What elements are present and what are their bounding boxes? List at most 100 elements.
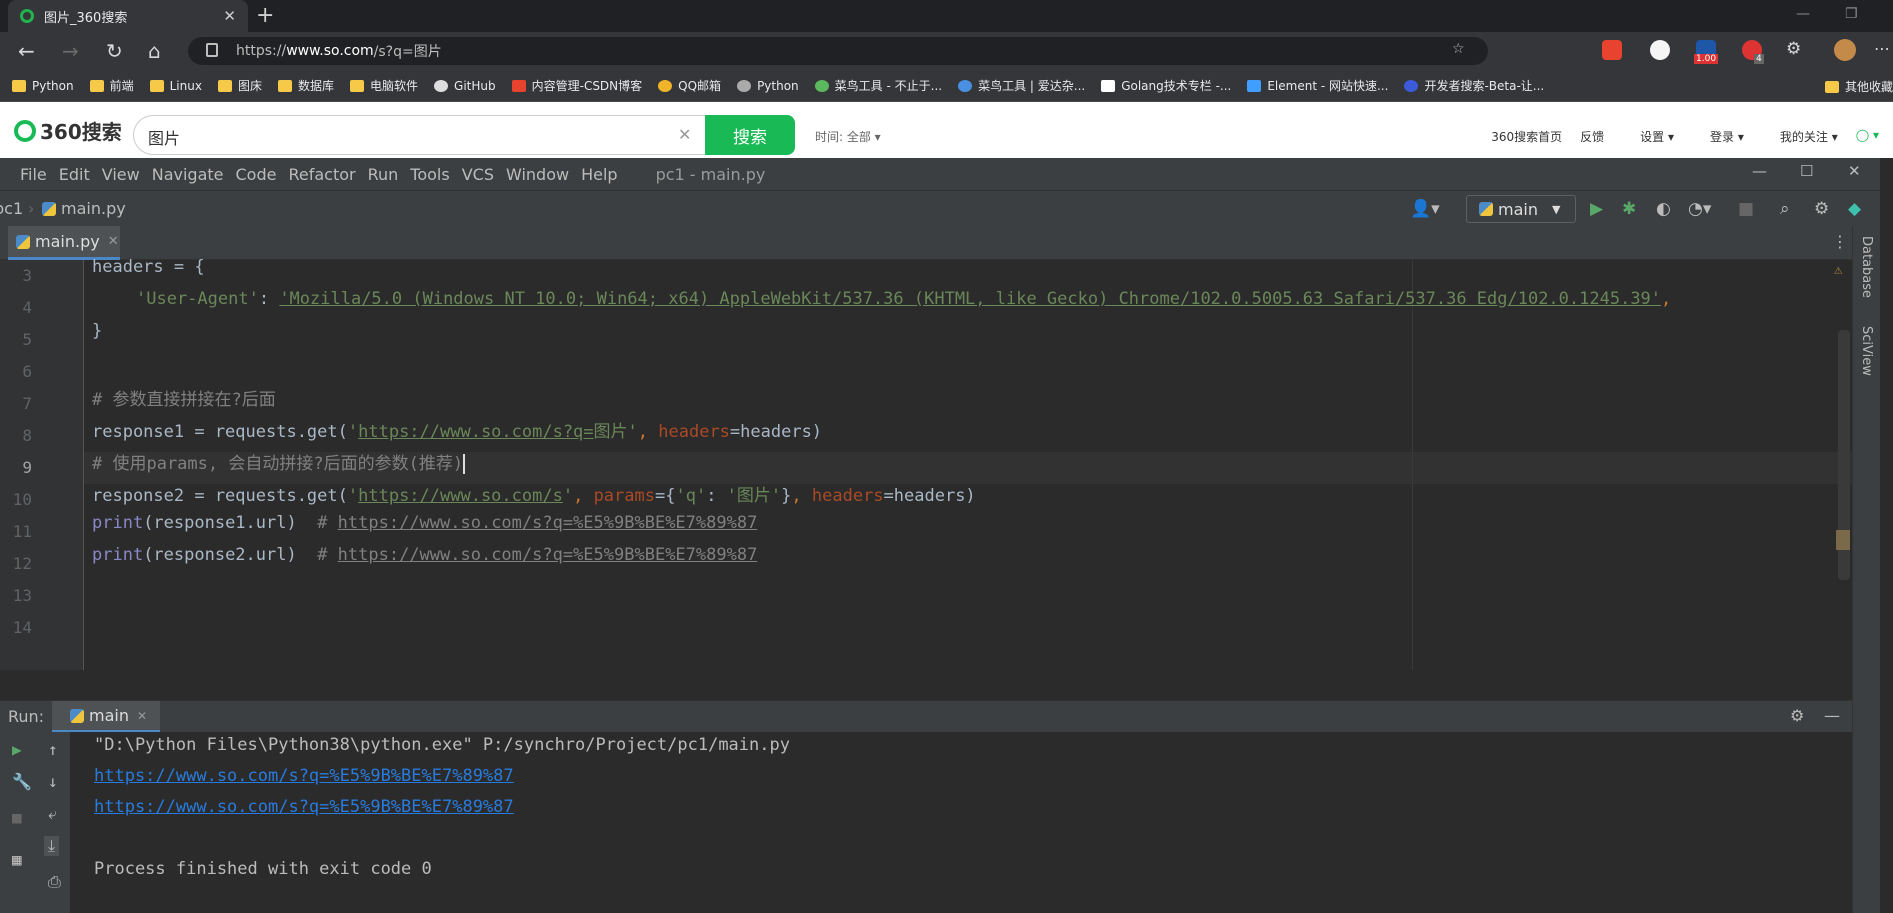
breadcrumb-file[interactable]: main.py (42, 199, 126, 218)
extensions-puzzle-icon[interactable]: ⚙ (1786, 39, 1801, 59)
menu-view[interactable]: View (102, 165, 140, 184)
bookmark-item[interactable]: Golang技术专栏 -... (1101, 77, 1231, 94)
layout-icon[interactable]: ▦ (12, 850, 22, 869)
menu-run[interactable]: Run (368, 165, 399, 184)
menu-vcs[interactable]: VCS (462, 165, 494, 184)
menu-code[interactable]: Code (236, 165, 277, 184)
profile-avatar[interactable] (1834, 39, 1856, 61)
menu-help[interactable]: Help (581, 165, 617, 184)
bookmark-item[interactable]: 内容管理-CSDN博客 (511, 77, 642, 94)
menu-tools[interactable]: Tools (410, 165, 449, 184)
more-menu-icon[interactable]: ⋯ (1874, 39, 1890, 58)
breadcrumb-project[interactable]: pc1 (0, 199, 23, 218)
login-link[interactable]: 登录 ▾ (1692, 128, 1744, 145)
bookmark-item[interactable]: Python (737, 79, 799, 93)
tab-close-icon[interactable]: ✕ (223, 7, 236, 25)
scroll-down-icon[interactable]: ↓ (48, 772, 58, 791)
bookmark-item[interactable]: 前端 (89, 77, 134, 94)
tab-close-icon[interactable]: ✕ (108, 234, 119, 249)
print-icon[interactable]: ⎙ (48, 872, 61, 892)
bookmark-item[interactable]: 开发者搜索-Beta-让... (1404, 77, 1544, 94)
run-console[interactable]: ▶ ↑ 🔧 ↓ ■ ⤶ ⤓ ▦ ⎙ "D:\Python Files\Pytho… (0, 732, 1852, 913)
minimize-icon[interactable]: — (1796, 6, 1810, 22)
run-config-selector[interactable]: main ▼ (1466, 195, 1576, 223)
code-param: params (593, 486, 655, 506)
coverage-icon[interactable]: ◐ (1656, 199, 1671, 219)
bookmark-item[interactable]: GitHub (434, 79, 496, 93)
run-settings-icon[interactable]: ⚙ (1790, 706, 1804, 725)
extension-cat-icon[interactable] (1650, 40, 1670, 60)
ide-maximize-icon[interactable]: ☐ (1800, 162, 1813, 180)
menu-refactor[interactable]: Refactor (288, 165, 355, 184)
time-filter[interactable]: 时间: 全部 ▾ (815, 128, 881, 145)
run-tab-close-icon[interactable]: ✕ (137, 709, 147, 723)
scroll-to-end-icon[interactable]: ⤓ (44, 836, 60, 856)
wrench-icon[interactable]: 🔧 (12, 772, 32, 791)
menu-file[interactable]: File (20, 165, 47, 184)
360-small-logo-icon[interactable]: ◯ ▾ (1856, 128, 1879, 145)
menu-window[interactable]: Window (506, 165, 569, 184)
menu-navigate[interactable]: Navigate (152, 165, 224, 184)
code-url[interactable]: https://www.so.com/s?q=%E5%9B%BE%E7%89%8… (338, 545, 758, 565)
bookmark-item[interactable]: 菜鸟工具 | 爱达杂... (958, 77, 1085, 94)
settings-gear-icon[interactable]: ⚙ (1814, 199, 1829, 219)
forward-icon[interactable]: → (62, 39, 79, 63)
ide-close-icon[interactable]: ✕ (1848, 162, 1861, 180)
bookmark-item[interactable]: Element - 网站快速... (1247, 77, 1388, 94)
back-icon[interactable]: ← (18, 39, 35, 63)
python-file-icon (42, 201, 56, 216)
console-output-link[interactable]: https://www.so.com/s?q=%E5%9B%BE%E7%89%8… (94, 797, 514, 817)
bookmark-item[interactable]: 电脑软件 (350, 77, 418, 94)
bookmark-item[interactable]: Python (12, 79, 74, 93)
profile-icon[interactable]: ◔▾ (1688, 199, 1711, 219)
home-icon[interactable]: ⌂ (148, 39, 161, 63)
other-bookmarks[interactable]: 其他收藏 (1824, 78, 1893, 95)
rerun-icon[interactable]: ▶ (12, 740, 22, 759)
soft-wrap-icon[interactable]: ⤶ (48, 804, 57, 824)
ide-minimize-icon[interactable]: — (1752, 162, 1767, 180)
bookmark-item[interactable]: QQ邮箱 (658, 77, 721, 94)
restore-icon[interactable]: ❐ (1845, 6, 1858, 22)
jetbrains-icon[interactable]: ◆ (1848, 199, 1861, 219)
clear-icon[interactable]: ✕ (678, 125, 691, 144)
code-url[interactable]: https://www.so.com/s?q=%E5%9B%BE%E7%89%8… (338, 513, 758, 533)
code-editor[interactable]: 3 4 5 6 7 8 9 10 11 12 13 14 headers = {… (0, 257, 1852, 670)
code-url[interactable]: https://www.so.com/s?q= (358, 422, 593, 442)
menu-edit[interactable]: Edit (59, 165, 90, 184)
hide-panel-icon[interactable]: — (1824, 706, 1840, 725)
bookmark-item[interactable]: 菜鸟工具 - 不止于... (814, 77, 942, 94)
sciview-tool[interactable]: SciView (1859, 326, 1874, 376)
run-icon[interactable]: ▶ (1590, 199, 1603, 219)
url-field[interactable]: https://www.so.com/s?q=图片 ☆ (188, 37, 1488, 65)
stop-run-icon[interactable]: ■ (12, 808, 22, 827)
feedback-link[interactable]: 反馈 (1580, 128, 1604, 145)
bookmark-item[interactable]: 数据库 (277, 77, 334, 94)
tab-main-py[interactable]: main.py ✕ (8, 226, 120, 260)
search-input[interactable]: 图片 (133, 115, 705, 155)
debug-icon[interactable]: ✱ (1622, 199, 1636, 219)
console-output-link[interactable]: https://www.so.com/s?q=%E5%9B%BE%E7%89%8… (94, 766, 514, 786)
bookmark-item[interactable]: Linux (149, 79, 202, 93)
user-icon[interactable]: 👤▾ (1410, 199, 1440, 219)
browser-tab[interactable]: 图片_360搜索 ✕ (8, 0, 248, 32)
bookmark-item[interactable]: 图床 (217, 77, 262, 94)
360-logo[interactable]: 360搜索 (14, 116, 122, 145)
follow-link[interactable]: 我的关注 ▾ (1762, 128, 1838, 145)
reload-icon[interactable]: ↻ (106, 39, 123, 63)
new-tab-icon[interactable]: + (256, 3, 274, 28)
tabs-menu-icon[interactable]: ⋮ (1832, 232, 1848, 251)
search-icon[interactable]: ⌕ (1780, 199, 1790, 219)
database-tool[interactable]: Database (1859, 236, 1874, 298)
favorite-star-icon[interactable]: ☆ (1452, 41, 1465, 57)
run-tab-main[interactable]: main ✕ (52, 701, 160, 733)
home-link[interactable]: 360搜索首页 (1491, 128, 1562, 145)
warning-icon[interactable]: ⚠ (1834, 262, 1842, 278)
extension-badge-count: 4 (1754, 54, 1764, 64)
settings-link[interactable]: 设置 ▾ (1622, 128, 1674, 145)
code-url[interactable]: https://www.so.com/s (358, 486, 563, 506)
error-stripe-marker[interactable] (1836, 530, 1850, 550)
extension-c-icon[interactable] (1602, 40, 1622, 60)
stop-icon[interactable]: ■ (1738, 199, 1754, 219)
search-button[interactable]: 搜索 (705, 115, 795, 155)
scroll-up-icon[interactable]: ↑ (48, 740, 58, 759)
